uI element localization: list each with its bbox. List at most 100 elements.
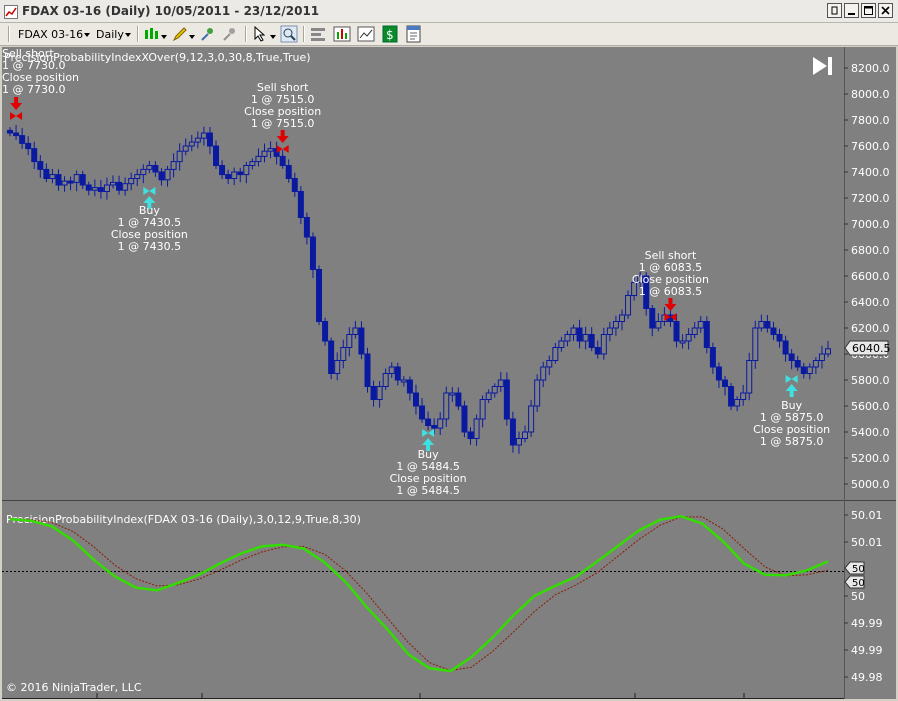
chart-area[interactable]: PrecisionProbabilityIndexXOver(9,12,3,0,… — [2, 47, 896, 699]
candle-body — [400, 379, 407, 383]
candle-body — [576, 327, 583, 342]
candle-body — [715, 366, 722, 381]
candle-body — [110, 181, 117, 186]
restore-icon[interactable] — [827, 3, 842, 18]
last-price-label: 6040.5 — [852, 342, 891, 355]
chevron-down-icon[interactable] — [161, 35, 167, 39]
candle-body — [497, 379, 504, 387]
price-tick-label: 6600.0 — [851, 270, 890, 283]
candle-body — [812, 360, 819, 368]
price-panel[interactable]: PrecisionProbabilityIndexXOver(9,12,3,0,… — [2, 47, 844, 500]
candle-body — [176, 150, 183, 163]
candle-body — [491, 386, 498, 394]
price-tick-label: 6800.0 — [851, 244, 890, 257]
chevron-down-icon[interactable] — [189, 35, 195, 39]
candle-body — [425, 418, 432, 426]
signal-text: 1 @ 5484.5 — [396, 484, 459, 497]
indicator-last-flag: 50 50 — [844, 561, 865, 589]
window-title: FDAX 03-16 (Daily) 10/05/2011 - 23/12/20… — [22, 4, 320, 18]
chart-app-icon — [4, 4, 18, 23]
candle-body — [594, 347, 601, 355]
price-tick-label: 7600.0 — [851, 140, 890, 153]
candle-body — [721, 379, 728, 387]
chart-style-icon[interactable] — [143, 25, 161, 43]
period-selector[interactable]: Daily — [92, 24, 136, 44]
signal-text: 1 @ 7515.0 — [251, 117, 314, 130]
indicator-axis[interactable]: 50.01 50.01 50 49.99 49.99 49.98 50 50 — [844, 509, 883, 684]
chevron-down-icon — [84, 33, 90, 37]
properties-icon[interactable] — [405, 25, 423, 43]
price-tick-label: 5000.0 — [851, 478, 890, 491]
candle-body — [200, 132, 207, 139]
candle-body — [279, 155, 286, 167]
zoom-out-icon[interactable] — [221, 25, 239, 43]
candle-body — [255, 155, 262, 163]
candle-body — [13, 132, 20, 137]
candle-body — [443, 392, 450, 420]
candle-body — [394, 366, 401, 381]
candle-body — [437, 418, 444, 429]
cursor-pointer-icon[interactable] — [251, 25, 269, 43]
candle-body — [412, 392, 419, 407]
minimize-icon[interactable] — [844, 3, 859, 18]
candle-body — [449, 392, 456, 396]
signal-text: 1 @ 6083.5 — [639, 285, 702, 298]
candle-body — [97, 187, 104, 193]
chevron-down-icon[interactable] — [270, 35, 276, 39]
candle-body — [673, 321, 680, 342]
close-icon[interactable] — [878, 3, 893, 18]
candle-body — [794, 360, 801, 368]
candle-body — [213, 145, 220, 166]
candle-body — [49, 174, 56, 179]
candle-body — [800, 366, 807, 374]
candle-body — [552, 347, 559, 361]
svg-text:$: $ — [386, 28, 394, 42]
candle-body — [37, 161, 44, 170]
magnifier-icon[interactable] — [280, 25, 298, 43]
candle-body — [182, 145, 189, 152]
strategies-icon[interactable] — [357, 25, 375, 43]
candle-body — [691, 327, 698, 335]
maximize-icon[interactable] — [861, 3, 876, 18]
indicator-tick-label: 50.01 — [851, 509, 883, 522]
chevron-down-icon — [125, 33, 131, 37]
indicators-icon[interactable] — [333, 25, 351, 43]
candle-body — [746, 360, 753, 394]
candle-body — [431, 425, 438, 429]
candle-body — [128, 178, 135, 185]
candle-body — [709, 347, 716, 368]
candle-body — [515, 438, 522, 446]
candle-body — [522, 431, 529, 439]
candle-body — [340, 347, 347, 361]
candle-body — [67, 180, 74, 184]
candle-body — [134, 174, 141, 179]
candle-body — [618, 314, 625, 322]
candle-body — [352, 327, 359, 335]
candle-body — [558, 340, 565, 348]
candle-body — [122, 183, 129, 191]
indicator-panel[interactable]: PrecisionProbabilityIndex(FDAX 03-16 (Da… — [2, 513, 844, 694]
candle-body — [776, 334, 783, 342]
candle-body — [237, 171, 244, 176]
chart-toolbar: FDAX 03-16 Daily $ — [0, 23, 898, 46]
candle-body — [364, 353, 371, 387]
drawing-pencil-icon[interactable] — [171, 25, 189, 43]
candle-body — [358, 327, 365, 355]
data-box-icon[interactable] — [309, 25, 327, 43]
indicator-tick-label: 50 — [851, 590, 865, 603]
candle-body — [697, 321, 704, 329]
candle-body — [85, 184, 92, 191]
dollar-icon[interactable]: $ — [381, 25, 399, 43]
candle-body — [564, 334, 571, 342]
candle-body — [73, 174, 80, 183]
candle-body — [388, 366, 395, 374]
candle-body — [158, 171, 165, 181]
candle-body — [19, 135, 26, 144]
fast-line — [9, 515, 829, 673]
candle-body — [419, 405, 426, 420]
price-tick-label: 6400.0 — [851, 296, 890, 309]
zoom-in-icon[interactable] — [199, 25, 217, 43]
candle-body — [376, 386, 383, 400]
instrument-selector[interactable]: FDAX 03-16 — [14, 24, 92, 44]
candle-body — [570, 327, 577, 335]
